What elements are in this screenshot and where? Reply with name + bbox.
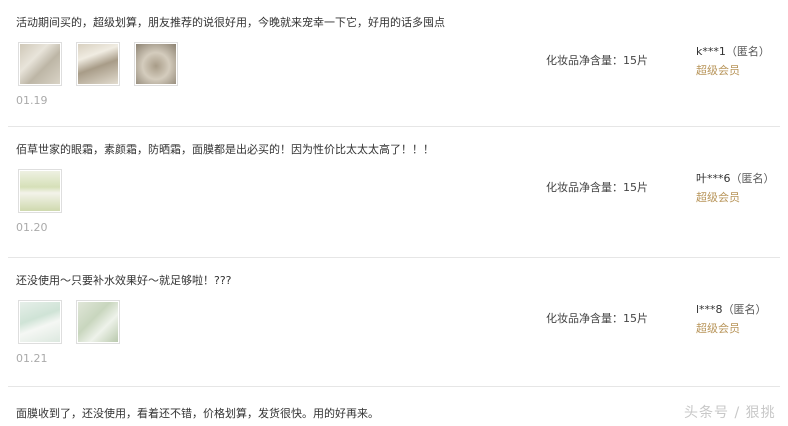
product-spec: 化妆品净含量：15片 <box>546 181 648 194</box>
member-level: 超级会员 <box>696 64 740 77</box>
review-photo-thumbnail[interactable] <box>18 169 62 213</box>
review-photos <box>18 300 120 344</box>
review-list: 活动期间买的，超级划算，朋友推荐的说很好用，今晚就来宠幸一下它，好用的话多囤点 … <box>0 0 788 387</box>
review-item: 佰草世家的眼霜，素颜霜，防晒霜，面膜都是出必买的！因为性价比太太太高了！！！ 0… <box>8 127 780 258</box>
anonymous-tag: （匿名） <box>725 45 770 58</box>
review-date: 01.19 <box>16 94 48 107</box>
review-content: 活动期间买的，超级划算，朋友推荐的说很好用，今晚就来宠幸一下它，好用的话多囤点 <box>16 16 445 29</box>
review-item: 还没使用～只要补水效果好～就足够啦！??? 01.21 化妆品净含量：15片 l… <box>8 258 780 387</box>
review-photo-thumbnail[interactable] <box>134 42 178 86</box>
member-level: 超级会员 <box>696 322 740 335</box>
review-photo-thumbnail[interactable] <box>76 42 120 86</box>
reviewer-username: l***8 <box>696 303 723 316</box>
review-photo-thumbnail[interactable] <box>18 42 62 86</box>
reviewer-name: l***8（匿名） <box>696 301 767 317</box>
review-content: 佰草世家的眼霜，素颜霜，防晒霜，面膜都是出必买的！因为性价比太太太高了！！！ <box>16 143 434 156</box>
reviewer-name: k***1（匿名） <box>696 43 770 59</box>
anonymous-tag: （匿名） <box>722 303 767 316</box>
product-spec: 化妆品净含量：15片 <box>546 312 648 325</box>
anonymous-tag: （匿名） <box>730 172 775 185</box>
review-content: 还没使用～只要补水效果好～就足够啦！??? <box>16 274 232 287</box>
reviewer-username: 叶***6 <box>696 172 731 185</box>
member-level: 超级会员 <box>696 191 740 204</box>
product-spec: 化妆品净含量：15片 <box>546 54 648 67</box>
review-photo-thumbnail[interactable] <box>76 300 120 344</box>
review-photos <box>18 169 62 213</box>
review-date: 01.20 <box>16 221 48 234</box>
review-photos <box>18 42 178 86</box>
reviewer-name: 叶***6（匿名） <box>696 170 775 186</box>
review-photo-thumbnail[interactable] <box>18 300 62 344</box>
reviewer-username: k***1 <box>696 45 726 58</box>
review-content: 面膜收到了，还没使用，看着还不错，价格划算，发货很快。用的好再来。 <box>16 407 379 420</box>
review-date: 01.21 <box>16 352 48 365</box>
review-item: 活动期间买的，超级划算，朋友推荐的说很好用，今晚就来宠幸一下它，好用的话多囤点 … <box>8 0 780 127</box>
watermark: 头条号 / 狠挑 <box>684 405 776 421</box>
